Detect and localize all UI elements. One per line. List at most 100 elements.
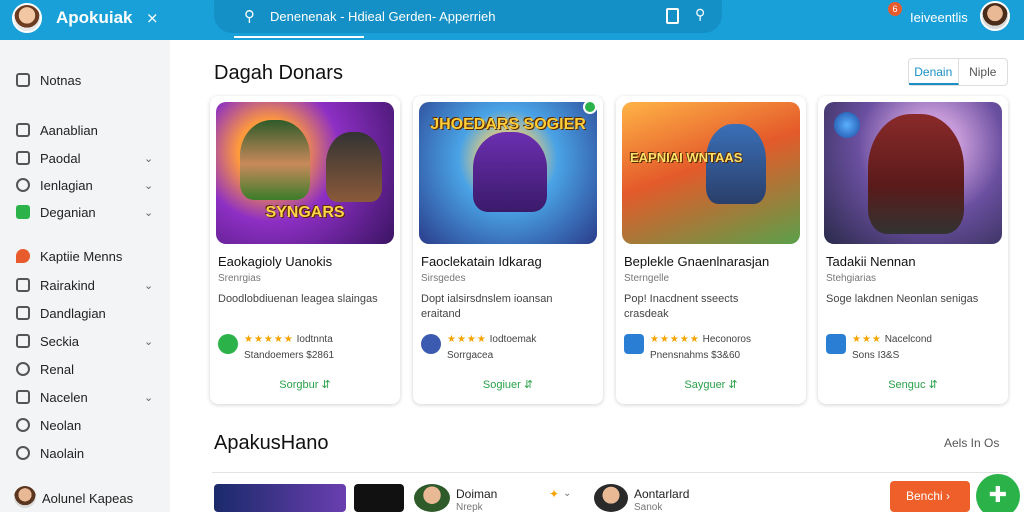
app-card[interactable]: EAPNIAI WNTAAS Beplekle Gnaenlnarasjan S…: [616, 96, 806, 404]
app-rating: ★★★★ Iodtoemak: [447, 334, 536, 345]
list-item-subtitle: Nrepk: [456, 502, 483, 512]
install-button[interactable]: Sayguer ⇵: [616, 378, 806, 391]
avatar: [14, 486, 36, 508]
see-all-link[interactable]: Aels In Os: [944, 436, 999, 450]
developer-icon: [826, 334, 846, 354]
install-button[interactable]: Sorgbur ⇵: [210, 378, 400, 391]
sidebar-item-6[interactable]: Rairakind ⌄: [0, 273, 170, 297]
list-item-thumbnail[interactable]: [354, 484, 404, 512]
install-button[interactable]: Senguc ⇵: [818, 378, 1008, 391]
sidebar-item-7[interactable]: Dandlagian: [0, 301, 170, 325]
app-card-image: EAPNIAI WNTAAS: [622, 102, 800, 244]
user-avatar[interactable]: [980, 1, 1010, 31]
compass-icon: [16, 418, 30, 432]
orb-icon: [834, 112, 860, 138]
sidebar-item-label: Aanablian: [40, 122, 98, 138]
install-button[interactable]: Sogiuer ⇵: [413, 378, 603, 391]
action-button[interactable]: Benchi ›: [890, 481, 970, 512]
sidebar-item-label: Naolain: [40, 445, 85, 461]
sidebar-item-label: Seckia: [40, 333, 80, 349]
app-title: Tadakii Nennan: [826, 254, 916, 269]
rating-label: Iodtnnta: [296, 334, 333, 345]
chevron-down-icon: ⌄: [144, 279, 154, 292]
list-item-avatar[interactable]: [414, 484, 450, 512]
character-figure: [473, 132, 547, 212]
app-description: Doodlobdiuenan leagea slaingas: [218, 293, 378, 305]
search-input[interactable]: Denenenak - Hdieal Gerden- Apperrieh: [270, 9, 495, 24]
sidebar-item-label: Neolan: [40, 417, 82, 433]
app-description: Dopt ialsirsdnslem ioansan eraitand: [421, 293, 553, 320]
section-title: Dagah Donars: [214, 62, 343, 84]
chevron-down-icon[interactable]: ⌄: [563, 488, 571, 499]
add-fab-button[interactable]: ✚: [976, 474, 1020, 512]
developer-icon: [421, 334, 441, 354]
table-icon: [16, 390, 30, 404]
top-bar: Apokuiak ⨯ ⚲ Denenenak - Hdieal Gerden- …: [0, 0, 1024, 40]
sidebar-profile-name: Aolunel Kapeas: [42, 491, 134, 506]
rating-label: Iodtoemak: [489, 334, 537, 345]
star-rating-icon: ★★★: [852, 334, 882, 345]
game-logo-text: EAPNIAI WNTAAS: [630, 150, 743, 165]
settings-icon: [16, 446, 30, 460]
star-rating-icon: ★★★★★: [650, 334, 700, 345]
app-logo-avatar[interactable]: [12, 3, 42, 33]
sidebar-item-4[interactable]: Deganian ⌄: [0, 200, 170, 224]
toggle-option-0[interactable]: Denain: [909, 59, 959, 85]
character-figure: [240, 120, 310, 200]
doc-icon: [16, 151, 30, 165]
verified-badge-icon: [583, 100, 597, 114]
sidebar-item-5[interactable]: Kaptiie Menns: [0, 244, 170, 268]
sidebar-item-2[interactable]: Paodal ⌄: [0, 146, 170, 170]
image-icon: [16, 306, 30, 320]
sidebar-item-10[interactable]: Nacelen ⌄: [0, 385, 170, 409]
sidebar-item-label: Notnas: [40, 72, 82, 88]
list-item-thumbnail[interactable]: [214, 484, 346, 512]
view-toggle: Denain Niple: [908, 58, 1008, 86]
developer-icon: [624, 334, 644, 354]
app-title: Eaokagioly Uanokis: [218, 254, 333, 269]
clipboard-icon[interactable]: [666, 8, 679, 24]
collapse-sidebar-icon[interactable]: ⨯: [146, 9, 159, 27]
app-meta: Sorrgacea: [447, 350, 494, 361]
search-bar[interactable]: ⚲ Denenenak - Hdieal Gerden- Apperrieh ⚲: [214, 0, 722, 38]
search-icon: ⚲: [244, 8, 255, 25]
chevron-down-icon: ⌄: [144, 391, 154, 404]
list-item-avatar[interactable]: [594, 484, 628, 512]
app-category: Sirsgedes: [421, 273, 466, 284]
sidebar-item-11[interactable]: Neolan: [0, 413, 170, 437]
chevron-down-icon: ⌄: [144, 335, 154, 348]
magnifier-icon[interactable]: ⚲: [695, 6, 705, 23]
app-card[interactable]: SYNGARS Eaokagioly Uanokis Srenrgias Doo…: [210, 96, 400, 404]
sidebar-item-8[interactable]: Seckia ⌄: [0, 329, 170, 353]
app-rating: ★★★★★ Iodtnnta: [244, 334, 333, 345]
chevron-down-icon: ⌄: [144, 179, 154, 192]
notification-badge[interactable]: 6: [888, 2, 902, 16]
sidebar-item-9[interactable]: Renal: [0, 357, 170, 381]
app-card-image: [824, 102, 1002, 244]
app-category: Sterngelle: [624, 273, 670, 284]
app-card[interactable]: JHOEDARS SOGIER Faoclekatain Idkarag Sir…: [413, 96, 603, 404]
sidebar-item-label: Dandlagian: [40, 305, 106, 321]
rating-label: Nacelcond: [884, 334, 932, 345]
app-meta: Sons I3&S: [852, 350, 900, 361]
app-card[interactable]: Tadakii Nennan Stehgiarias Soge lakdnen …: [818, 96, 1008, 404]
app-title: Faoclekatain Idkarag: [421, 254, 542, 269]
app-meta: Pnensnahms $3&60: [650, 350, 741, 361]
app-description: Soge lakdnen Neonlan senigas: [826, 293, 979, 305]
user-name[interactable]: Ieiveentlis: [910, 10, 968, 25]
sidebar-item-12[interactable]: Naolain: [0, 441, 170, 465]
divider: [212, 472, 1008, 473]
sidebar-profile[interactable]: Aolunel Kapeas: [0, 484, 170, 512]
character-figure: [326, 132, 382, 202]
sidebar-item-label: Deganian: [40, 204, 96, 220]
list-item-subtitle: Sanok: [634, 502, 663, 512]
toggle-option-1[interactable]: Niple: [959, 59, 1008, 85]
app-card-image: SYNGARS: [216, 102, 394, 244]
sidebar-item-label: Renal: [40, 361, 74, 377]
list-item-title: Aontarlard: [634, 487, 690, 501]
app-rating: ★★★★★ Heconoros: [650, 334, 751, 345]
app-rating: ★★★ Nacelcond: [852, 334, 932, 345]
sidebar-item-0[interactable]: Notnas: [0, 68, 170, 92]
sidebar-item-3[interactable]: Ienlagian ⌄: [0, 173, 170, 197]
sidebar-item-1[interactable]: Aanablian: [0, 118, 170, 142]
